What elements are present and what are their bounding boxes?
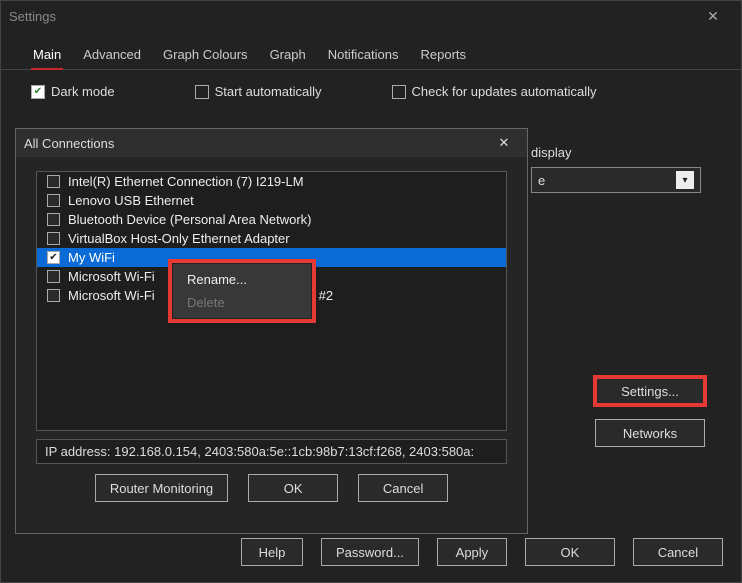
dialog-title: All Connections xyxy=(24,136,489,151)
checkbox-icon[interactable] xyxy=(47,270,60,283)
right-buttons: Settings... Networks xyxy=(595,377,705,447)
checkbox-icon[interactable] xyxy=(47,232,60,245)
ok-button[interactable]: OK xyxy=(525,538,615,566)
display-label: display xyxy=(531,145,571,160)
connection-label: Microsoft Wi-Fi xyxy=(68,269,155,284)
check-row: ✔ Dark mode Start automatically Check fo… xyxy=(31,84,711,99)
tab-advanced[interactable]: Advanced xyxy=(81,41,143,69)
checkbox-icon[interactable]: ✔ xyxy=(31,85,45,99)
help-button[interactable]: Help xyxy=(241,538,303,566)
dialog-ok-button[interactable]: OK xyxy=(248,474,338,502)
display-select-value: e xyxy=(538,173,545,188)
tab-main[interactable]: Main xyxy=(31,41,63,70)
tab-reports[interactable]: Reports xyxy=(419,41,469,69)
main-content: ✔ Dark mode Start automatically Check fo… xyxy=(1,70,741,125)
cancel-button[interactable]: Cancel xyxy=(633,538,723,566)
checkbox-icon[interactable] xyxy=(47,289,60,302)
bottom-buttons: Help Password... Apply OK Cancel xyxy=(241,538,723,566)
connection-suffix: r #2 xyxy=(311,288,333,303)
rename-menuitem[interactable]: Rename... xyxy=(173,268,311,291)
list-item[interactable]: Intel(R) Ethernet Connection (7) I219-LM xyxy=(37,172,506,191)
tab-notifications[interactable]: Notifications xyxy=(326,41,401,69)
tab-graph-colours[interactable]: Graph Colours xyxy=(161,41,250,69)
connection-label: My WiFi xyxy=(68,250,115,265)
checkbox-icon[interactable] xyxy=(392,85,406,99)
connection-label: Intel(R) Ethernet Connection (7) I219-LM xyxy=(68,174,304,189)
networks-button[interactable]: Networks xyxy=(595,419,705,447)
close-icon[interactable]: ✕ xyxy=(693,8,733,25)
tab-graph[interactable]: Graph xyxy=(268,41,308,69)
start-auto-label: Start automatically xyxy=(215,84,322,99)
context-menu: Rename... Delete xyxy=(172,263,312,319)
dark-mode-check[interactable]: ✔ Dark mode xyxy=(31,84,115,99)
dialog-buttons: Router Monitoring OK Cancel xyxy=(16,474,527,502)
router-monitoring-button[interactable]: Router Monitoring xyxy=(95,474,228,502)
checkbox-icon[interactable] xyxy=(195,85,209,99)
dialog-cancel-button[interactable]: Cancel xyxy=(358,474,448,502)
dark-mode-label: Dark mode xyxy=(51,84,115,99)
connection-label: Microsoft Wi-Fi xyxy=(68,288,155,303)
close-icon[interactable]: ✕ xyxy=(489,135,519,151)
delete-menuitem[interactable]: Delete xyxy=(173,291,311,314)
main-window-title: Settings xyxy=(9,9,693,24)
all-connections-dialog: All Connections ✕ Intel(R) Ethernet Conn… xyxy=(15,128,528,534)
connection-label: VirtualBox Host-Only Ethernet Adapter xyxy=(68,231,290,246)
check-updates-label: Check for updates automatically xyxy=(412,84,597,99)
list-item[interactable]: Bluetooth Device (Personal Area Network) xyxy=(37,210,506,229)
display-select[interactable]: e ▾ xyxy=(531,167,701,193)
checkbox-icon[interactable] xyxy=(47,194,60,207)
connection-label: Lenovo USB Ethernet xyxy=(68,193,194,208)
dialog-titlebar: All Connections ✕ xyxy=(16,129,527,157)
start-auto-check[interactable]: Start automatically xyxy=(195,84,322,99)
password-button[interactable]: Password... xyxy=(321,538,419,566)
check-updates-check[interactable]: Check for updates automatically xyxy=(392,84,597,99)
chevron-down-icon[interactable]: ▾ xyxy=(676,171,694,189)
apply-button[interactable]: Apply xyxy=(437,538,507,566)
checkbox-icon[interactable] xyxy=(47,213,60,226)
settings-button[interactable]: Settings... xyxy=(595,377,705,405)
ip-address-field[interactable]: IP address: 192.168.0.154, 2403:580a:5e:… xyxy=(36,439,507,464)
list-item[interactable]: Lenovo USB Ethernet xyxy=(37,191,506,210)
main-titlebar: Settings ✕ xyxy=(1,1,741,31)
list-item[interactable]: VirtualBox Host-Only Ethernet Adapter xyxy=(37,229,506,248)
checkbox-icon[interactable]: ✔ xyxy=(47,251,60,264)
checkbox-icon[interactable] xyxy=(47,175,60,188)
connection-label: Bluetooth Device (Personal Area Network) xyxy=(68,212,312,227)
tabs-bar: Main Advanced Graph Colours Graph Notifi… xyxy=(1,31,741,70)
